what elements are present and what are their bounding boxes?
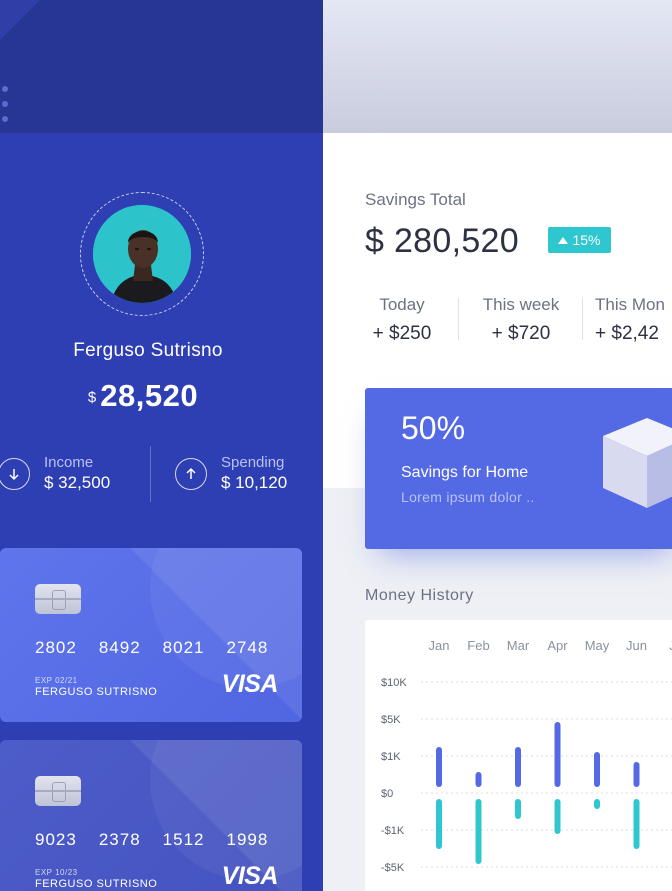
dashboard-header — [323, 0, 672, 133]
savings-change-badge: 15% — [548, 227, 611, 253]
goal-percent: 50% — [401, 410, 466, 446]
period-divider — [458, 298, 459, 340]
x-tick-label: Jan — [429, 638, 450, 653]
arrow-up-icon — [175, 457, 207, 490]
spending-stat[interactable]: Spending $ 10,120 — [175, 454, 287, 493]
y-tick-label: $1K — [381, 751, 401, 763]
balance-amount: 28,520 — [100, 378, 199, 413]
income-label: Income — [44, 454, 94, 471]
cube-icon — [603, 418, 672, 508]
menu-dots-icon[interactable] — [2, 86, 8, 122]
card-holder: FERGUSO SUTRISNO — [35, 686, 158, 698]
goal-title: Savings for Home — [401, 464, 529, 481]
savings-label: Savings Total — [365, 190, 466, 209]
x-tick-label: Feb — [467, 638, 489, 653]
visa-logo: VISA — [221, 670, 279, 698]
card-expiry: EXP 10/23 — [35, 868, 78, 877]
card-chip-icon — [35, 584, 81, 614]
savings-goal-card[interactable]: 50% Savings for Home Lorem ipsum dolor .… — [365, 388, 672, 549]
avatar[interactable] — [93, 205, 191, 303]
y-tick-label: -$1K — [381, 825, 405, 837]
period-divider — [582, 298, 583, 340]
period-this-month[interactable]: This Mon + $2,42 — [595, 295, 672, 345]
card-chip-icon — [35, 776, 81, 806]
money-history-label: Money History — [365, 587, 474, 604]
spending-value: $ 10,120 — [221, 473, 288, 492]
spending-bar[interactable] — [633, 799, 640, 849]
income-bar[interactable] — [554, 722, 561, 787]
income-stat[interactable]: Income $ 32,500 — [0, 454, 110, 493]
profile-header — [0, 0, 323, 133]
credit-card[interactable]: 9023 2378 1512 1998 EXP 10/23 FERGUSO SU… — [0, 740, 302, 891]
triangle-up-icon — [558, 236, 569, 244]
spending-bar[interactable] — [515, 799, 521, 819]
card-number: 9023 2378 1512 1998 — [35, 830, 269, 849]
avatar-ring — [80, 192, 204, 316]
period-this-week[interactable]: This week + $720 — [474, 295, 568, 345]
period-today[interactable]: Today + $250 — [362, 295, 442, 345]
income-bar[interactable] — [515, 747, 521, 787]
spending-bar[interactable] — [594, 799, 600, 809]
income-bar[interactable] — [594, 752, 600, 787]
y-tick-label: -$5K — [381, 862, 405, 874]
money-history-chart: JanFebMarAprMayJunJu$10K$5K$1K$0-$1K-$5K — [365, 620, 672, 891]
spending-label: Spending — [221, 454, 285, 471]
account-balance: $28,520 — [0, 378, 286, 414]
credit-card[interactable]: 2802 8492 8021 2748 EXP 02/21 FERGUSO SU… — [0, 548, 302, 722]
arrow-down-icon — [0, 457, 30, 490]
income-bar[interactable] — [436, 747, 442, 787]
y-tick-label: $5K — [381, 714, 401, 726]
profile-panel: Ferguso Sutrisno $28,520 Income $ 32,500… — [0, 0, 323, 891]
user-name: Ferguso Sutrisno — [73, 340, 223, 361]
income-value: $ 32,500 — [44, 473, 111, 492]
x-tick-label: Jun — [626, 638, 647, 653]
income-bar[interactable] — [475, 772, 482, 787]
card-holder: FERGUSO SUTRISNO — [35, 878, 158, 890]
card-number: 2802 8492 8021 2748 — [35, 638, 269, 657]
card-expiry: EXP 02/21 — [35, 676, 78, 685]
income-bar[interactable] — [633, 762, 640, 787]
x-tick-label: Apr — [547, 638, 568, 653]
spending-bar[interactable] — [475, 799, 482, 864]
x-tick-label: May — [585, 638, 610, 653]
y-tick-label: $0 — [381, 788, 393, 800]
x-tick-label: Mar — [507, 638, 530, 653]
y-tick-label: $10K — [381, 677, 407, 689]
visa-logo: VISA — [221, 862, 279, 890]
spending-bar[interactable] — [554, 799, 561, 834]
chart-canvas: JanFebMarAprMayJunJu$10K$5K$1K$0-$1K-$5K — [381, 638, 672, 874]
avatar-portrait-icon — [93, 205, 191, 303]
stat-divider — [150, 446, 151, 502]
balance-currency: $ — [87, 389, 97, 406]
goal-subtitle: Lorem ipsum dolor .. — [401, 489, 535, 505]
savings-total: $ 280,520 — [365, 222, 519, 260]
spending-bar[interactable] — [436, 799, 442, 849]
